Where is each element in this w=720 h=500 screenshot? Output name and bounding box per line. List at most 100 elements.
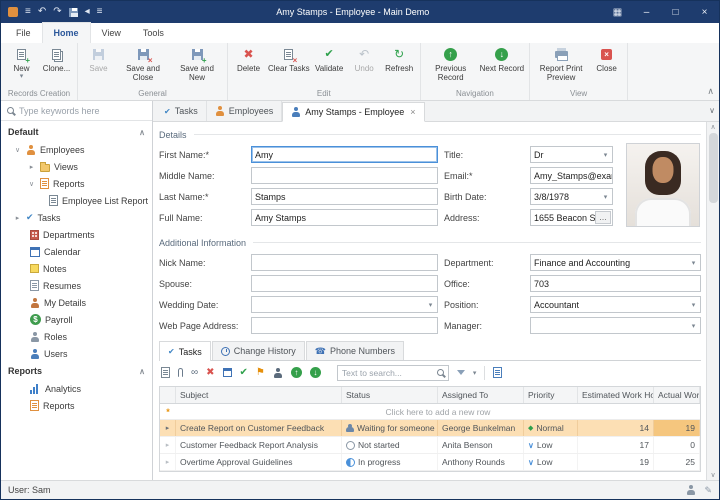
report-view-icon[interactable] — [493, 367, 502, 378]
nav-group-reports[interactable]: Reports ∧ — [1, 362, 152, 380]
last-name-input[interactable] — [255, 189, 437, 204]
sidebar-item-payroll[interactable]: Payroll — [1, 311, 152, 328]
minimize-button[interactable]: – — [632, 1, 661, 23]
task-row[interactable]: ▸ Overtime Approval Guidelines In progre… — [160, 454, 700, 471]
spouse-input[interactable] — [255, 276, 437, 291]
sidebar-item-departments[interactable]: Departments — [1, 226, 152, 243]
column-header-actual[interactable]: Actual Work Hours — [654, 387, 700, 403]
office-input[interactable] — [534, 276, 700, 291]
cell-subject[interactable]: Create Report on Customer Feedback — [176, 420, 342, 436]
user-icon[interactable] — [686, 485, 696, 495]
task-row[interactable]: ▸ Customer Feedback Report Analysis Not … — [160, 437, 700, 454]
sidebar-item-reports-bottom[interactable]: Reports — [1, 397, 152, 414]
menu-icon[interactable]: ≡ — [25, 1, 31, 23]
delete-button[interactable]: ✖ Delete — [231, 45, 266, 74]
last-name-field[interactable] — [251, 188, 438, 205]
vertical-scrollbar[interactable]: ∧ ∨ — [706, 122, 719, 480]
cell-priority[interactable]: ∨ Low — [524, 437, 578, 453]
close-window-button[interactable]: × — [690, 1, 719, 23]
full-name-input[interactable] — [255, 210, 437, 225]
address-field[interactable]: … — [530, 209, 613, 226]
cell-actual-hours[interactable]: 0 — [654, 437, 700, 453]
close-view-button[interactable]: × Close — [589, 45, 624, 74]
clone-button[interactable]: Clone... — [39, 45, 74, 74]
ellipsis-button[interactable]: … — [595, 211, 611, 224]
cell-status[interactable]: Not started — [342, 437, 438, 453]
clear-tasks-button[interactable]: × Clear Tasks — [266, 45, 312, 74]
cell-assigned-to[interactable]: Anthony Rounds — [438, 454, 524, 470]
cell-subject[interactable]: Customer Feedback Report Analysis — [176, 437, 342, 453]
redo-icon[interactable]: ↷ — [53, 1, 61, 23]
middle-name-field[interactable] — [251, 167, 438, 184]
cell-subject[interactable]: Overtime Approval Guidelines — [176, 454, 342, 470]
app-icon[interactable] — [8, 7, 18, 17]
new-button[interactable]: + New ▾ — [4, 45, 39, 82]
chevron-right-icon[interactable]: ▸ — [13, 214, 22, 222]
first-name-field[interactable] — [251, 146, 438, 163]
assign-to-icon[interactable] — [273, 368, 283, 378]
close-tab-icon[interactable]: × — [410, 107, 415, 117]
row-expander-icon[interactable]: ▸ — [166, 424, 170, 432]
attach-icon[interactable] — [178, 368, 183, 377]
tab-list-chevron-icon[interactable]: ∨ — [709, 106, 715, 115]
cell-assigned-to[interactable]: George Bunkelman — [438, 420, 524, 436]
manager-input[interactable] — [534, 318, 687, 333]
cell-estimated-hours[interactable]: 17 — [578, 437, 654, 453]
chevron-down-icon[interactable]: ▾ — [687, 318, 700, 333]
address-input[interactable] — [534, 210, 595, 225]
chevron-down-icon[interactable]: ▾ — [473, 369, 477, 377]
chevron-down-icon[interactable]: ∨ — [13, 146, 22, 154]
department-input[interactable] — [534, 255, 687, 270]
save-icon[interactable] — [69, 8, 78, 17]
position-input[interactable] — [534, 297, 687, 312]
tab-phone-numbers[interactable]: ☎ Phone Numbers — [306, 341, 404, 360]
cell-estimated-hours[interactable]: 14 — [578, 420, 654, 436]
maximize-button[interactable]: □ — [661, 1, 690, 23]
nick-name-input[interactable] — [255, 255, 437, 270]
refresh-button[interactable]: ↻ Refresh — [382, 45, 417, 74]
department-field[interactable]: ▾ — [530, 254, 701, 271]
cell-priority[interactable]: ∨ Low — [524, 454, 578, 470]
sidebar-item-reports[interactable]: ∨ Reports — [1, 175, 152, 192]
ribbon-display-icon[interactable]: ▦ — [603, 1, 632, 23]
scroll-up-icon[interactable]: ∧ — [710, 123, 715, 131]
chevron-down-icon[interactable]: ▾ — [599, 147, 612, 162]
save-and-new-button[interactable]: + Save and New — [170, 45, 224, 83]
ribbon-tab-tools[interactable]: Tools — [132, 23, 175, 43]
sidebar-search-input[interactable] — [19, 106, 146, 116]
column-header-priority[interactable]: Priority — [524, 387, 578, 403]
back-icon[interactable]: ◂ — [85, 1, 90, 23]
chevron-down-icon[interactable]: ▾ — [424, 297, 437, 312]
row-expander-icon[interactable]: ▸ — [166, 458, 170, 466]
chevron-down-icon[interactable]: ∨ — [27, 180, 36, 188]
edit-mode-icon[interactable]: ✎ — [704, 485, 712, 496]
ribbon-tab-view[interactable]: View — [91, 23, 132, 43]
doc-tab-employees[interactable]: Employees — [207, 101, 283, 121]
chevron-down-icon[interactable]: ▾ — [687, 255, 700, 270]
wedding-date-field[interactable]: ▾ — [251, 296, 438, 313]
cell-status[interactable]: Waiting for someone else — [342, 420, 438, 436]
sidebar-item-views[interactable]: ▸ Views — [1, 158, 152, 175]
ribbon-tab-home[interactable]: Home — [42, 22, 91, 43]
calendar-icon[interactable] — [223, 368, 232, 377]
title-field[interactable]: ▾ — [530, 146, 613, 163]
task-row[interactable]: ▸ Create Report on Customer Feedback Wai… — [160, 420, 700, 437]
chevron-right-icon[interactable]: ▸ — [27, 163, 36, 171]
doc-tab-tasks[interactable]: ✔ Tasks — [156, 101, 207, 121]
sidebar-item-notes[interactable]: Notes — [1, 260, 152, 277]
sidebar-item-employees[interactable]: ∨ Employees — [1, 141, 152, 158]
wedding-date-input[interactable] — [255, 297, 424, 312]
first-name-input[interactable] — [255, 147, 437, 162]
cell-assigned-to[interactable]: Anita Benson — [438, 437, 524, 453]
cell-actual-hours[interactable]: 25 — [654, 454, 700, 470]
middle-name-input[interactable] — [255, 168, 437, 183]
email-field[interactable] — [530, 167, 613, 184]
chevron-down-icon[interactable]: ▾ — [687, 297, 700, 312]
sidebar-item-users[interactable]: Users — [1, 345, 152, 362]
chevron-down-icon[interactable]: ▾ — [599, 189, 612, 204]
column-header-assigned-to[interactable]: Assigned To — [438, 387, 524, 403]
undo-button[interactable]: ↶ Undo — [347, 45, 382, 74]
nav-group-default[interactable]: Default ∧ — [1, 123, 152, 141]
flag-icon[interactable]: ⚑ — [256, 368, 265, 378]
collapse-ribbon-icon[interactable]: ∧ — [707, 86, 714, 97]
